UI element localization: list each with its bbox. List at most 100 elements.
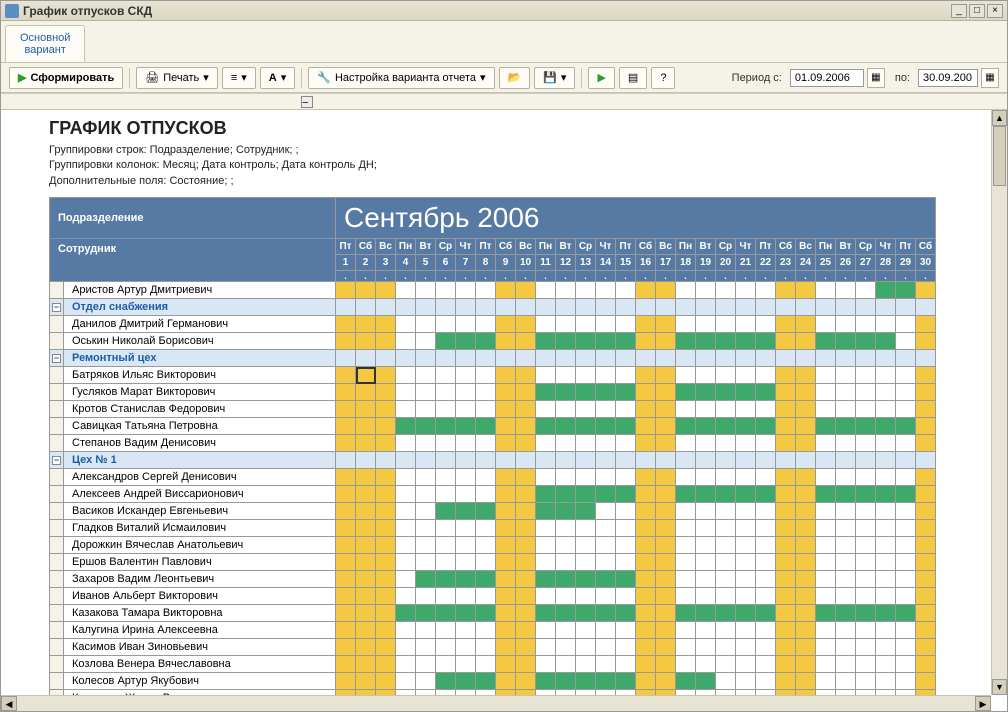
day-cell[interactable] xyxy=(456,588,476,605)
day-cell[interactable] xyxy=(776,401,796,418)
day-cell[interactable] xyxy=(416,401,436,418)
day-cell[interactable] xyxy=(816,656,836,673)
day-cell[interactable] xyxy=(656,469,676,486)
day-cell[interactable] xyxy=(696,367,716,384)
day-cell[interactable] xyxy=(436,367,456,384)
day-cell[interactable] xyxy=(696,333,716,350)
day-cell[interactable] xyxy=(516,418,536,435)
day-cell[interactable] xyxy=(876,401,896,418)
day-cell[interactable] xyxy=(456,656,476,673)
day-cell[interactable] xyxy=(816,639,836,656)
day-cell[interactable] xyxy=(736,367,756,384)
day-cell[interactable] xyxy=(736,588,756,605)
day-cell[interactable] xyxy=(396,333,416,350)
day-cell[interactable] xyxy=(496,639,516,656)
day-cell[interactable] xyxy=(456,673,476,690)
day-cell[interactable] xyxy=(816,486,836,503)
day-cell[interactable] xyxy=(756,503,776,520)
day-cell[interactable] xyxy=(356,435,376,452)
day-cell[interactable] xyxy=(476,486,496,503)
day-cell[interactable] xyxy=(876,316,896,333)
settings-button[interactable]: 🔧 Настройка варианта отчета▾ xyxy=(308,67,494,89)
day-cell[interactable] xyxy=(376,503,396,520)
day-cell[interactable] xyxy=(396,571,416,588)
day-cell[interactable] xyxy=(516,537,536,554)
day-cell[interactable] xyxy=(396,554,416,571)
day-cell[interactable] xyxy=(636,367,656,384)
day-cell[interactable] xyxy=(656,622,676,639)
day-cell[interactable] xyxy=(376,656,396,673)
day-cell[interactable] xyxy=(336,503,356,520)
day-cell[interactable] xyxy=(456,469,476,486)
day-cell[interactable] xyxy=(716,673,736,690)
day-cell[interactable] xyxy=(416,469,436,486)
list-button[interactable]: ≡▾ xyxy=(222,67,256,89)
day-cell[interactable] xyxy=(896,333,916,350)
day-cell[interactable] xyxy=(616,401,636,418)
employee-row[interactable]: Кротов Станислав Федорович xyxy=(50,401,936,418)
day-cell[interactable] xyxy=(736,469,756,486)
day-cell[interactable] xyxy=(916,469,936,486)
day-cell[interactable] xyxy=(356,316,376,333)
day-cell[interactable] xyxy=(516,282,536,299)
day-cell[interactable] xyxy=(836,418,856,435)
day-cell[interactable] xyxy=(836,384,856,401)
day-cell[interactable] xyxy=(676,622,696,639)
day-cell[interactable] xyxy=(636,486,656,503)
day-cell[interactable] xyxy=(336,384,356,401)
day-cell[interactable] xyxy=(496,282,516,299)
day-cell[interactable] xyxy=(596,282,616,299)
employee-row[interactable]: Алексеев Андрей Виссарионович xyxy=(50,486,936,503)
day-cell[interactable] xyxy=(536,282,556,299)
day-cell[interactable] xyxy=(456,401,476,418)
day-cell[interactable] xyxy=(896,673,916,690)
day-cell[interactable] xyxy=(656,435,676,452)
day-cell[interactable] xyxy=(516,605,536,622)
day-cell[interactable] xyxy=(816,333,836,350)
day-cell[interactable] xyxy=(376,435,396,452)
day-cell[interactable] xyxy=(896,435,916,452)
day-cell[interactable] xyxy=(576,503,596,520)
day-cell[interactable] xyxy=(436,418,456,435)
day-cell[interactable] xyxy=(616,418,636,435)
day-cell[interactable] xyxy=(476,435,496,452)
day-cell[interactable] xyxy=(336,537,356,554)
day-cell[interactable] xyxy=(696,282,716,299)
day-cell[interactable] xyxy=(736,554,756,571)
day-cell[interactable] xyxy=(816,469,836,486)
day-cell[interactable] xyxy=(736,282,756,299)
day-cell[interactable] xyxy=(496,622,516,639)
day-cell[interactable] xyxy=(336,316,356,333)
day-cell[interactable] xyxy=(896,588,916,605)
day-cell[interactable] xyxy=(556,537,576,554)
day-cell[interactable] xyxy=(596,656,616,673)
expand-cell[interactable]: − xyxy=(50,452,64,469)
day-cell[interactable] xyxy=(536,622,556,639)
day-cell[interactable] xyxy=(596,486,616,503)
day-cell[interactable] xyxy=(416,537,436,554)
day-cell[interactable] xyxy=(696,520,716,537)
day-cell[interactable] xyxy=(756,418,776,435)
day-cell[interactable] xyxy=(876,333,896,350)
day-cell[interactable] xyxy=(416,520,436,537)
employee-row[interactable]: Васиков Искандер Евгеньевич xyxy=(50,503,936,520)
day-cell[interactable] xyxy=(856,537,876,554)
day-cell[interactable] xyxy=(656,605,676,622)
day-cell[interactable] xyxy=(656,418,676,435)
day-cell[interactable] xyxy=(596,520,616,537)
day-cell[interactable] xyxy=(676,605,696,622)
scroll-right-button[interactable]: ▶ xyxy=(975,696,991,711)
day-cell[interactable] xyxy=(856,486,876,503)
day-cell[interactable] xyxy=(676,435,696,452)
day-cell[interactable] xyxy=(336,673,356,690)
day-cell[interactable] xyxy=(556,622,576,639)
day-cell[interactable] xyxy=(616,639,636,656)
day-cell[interactable] xyxy=(836,282,856,299)
day-cell[interactable] xyxy=(696,418,716,435)
day-cell[interactable] xyxy=(776,605,796,622)
employee-row[interactable]: Колесов Артур Якубович xyxy=(50,673,936,690)
day-cell[interactable] xyxy=(336,554,356,571)
day-cell[interactable] xyxy=(856,503,876,520)
day-cell[interactable] xyxy=(536,384,556,401)
employee-row[interactable]: Данилов Дмитрий Германович xyxy=(50,316,936,333)
